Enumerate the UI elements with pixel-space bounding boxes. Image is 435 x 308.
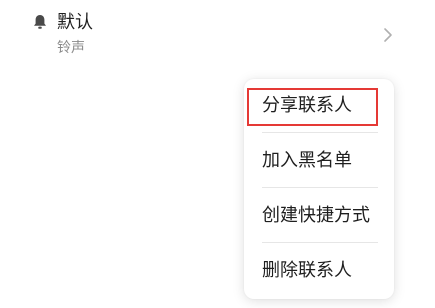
menu-item-label: 分享联系人 bbox=[262, 95, 352, 116]
menu-item-label: 加入黑名单 bbox=[262, 150, 352, 171]
ringtone-label: 铃声 bbox=[57, 40, 85, 56]
menu-item-label: 删除联系人 bbox=[262, 260, 352, 281]
bell-icon bbox=[33, 14, 47, 30]
contact-options-menu: 分享联系人 加入黑名单 创建快捷方式 删除联系人 bbox=[244, 79, 394, 299]
menu-item-create-shortcut[interactable]: 创建快捷方式 bbox=[244, 189, 394, 243]
menu-divider bbox=[262, 187, 378, 188]
ringtone-setting-row[interactable]: 默认 铃声 bbox=[0, 0, 435, 70]
chevron-right-icon bbox=[382, 26, 394, 44]
menu-item-share-contact[interactable]: 分享联系人 bbox=[244, 79, 394, 133]
menu-divider bbox=[262, 132, 378, 133]
menu-item-label: 创建快捷方式 bbox=[262, 205, 370, 226]
ringtone-value: 默认 bbox=[57, 12, 93, 33]
menu-item-add-to-blacklist[interactable]: 加入黑名单 bbox=[244, 134, 394, 188]
menu-item-delete-contact[interactable]: 删除联系人 bbox=[244, 244, 394, 298]
menu-divider bbox=[262, 242, 378, 243]
